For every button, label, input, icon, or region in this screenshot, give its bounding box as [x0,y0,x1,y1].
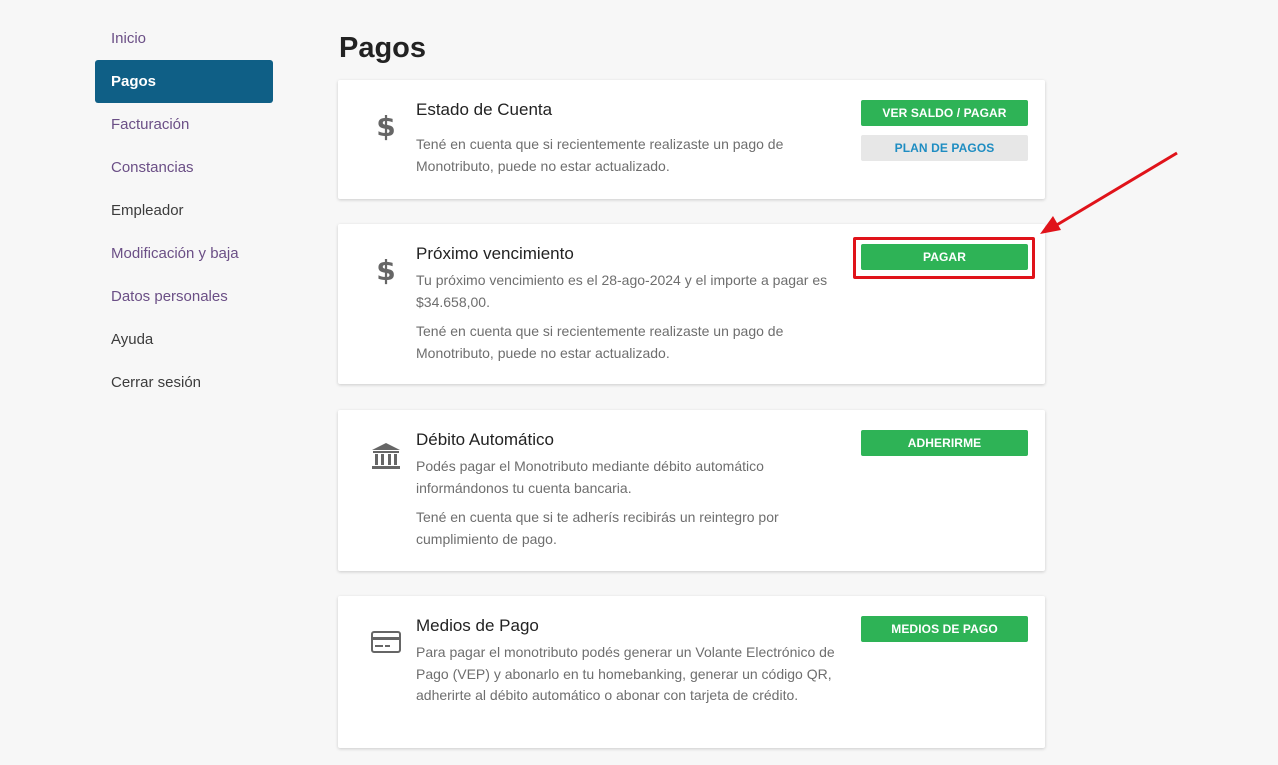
ver-saldo-pagar-button[interactable]: VER SALDO / PAGAR [861,100,1028,126]
dollar-icon: $ [368,108,404,144]
pagar-button[interactable]: PAGAR [861,244,1028,270]
sidebar-item-ayuda[interactable]: Ayuda [95,318,273,361]
svg-text:$: $ [376,110,395,142]
sidebar-item-inicio[interactable]: Inicio [95,17,273,60]
card-text: Tené en cuenta que si recientemente real… [416,323,784,361]
card-text: Podés pagar el Monotributo mediante débi… [416,458,764,496]
estado-de-cuenta-card: $ Estado de Cuenta Tené en cuenta que si… [338,80,1045,199]
sidebar-item-cerrar-sesion[interactable]: Cerrar sesión [95,361,273,404]
debito-automatico-card: Débito Automático Podés pagar el Monotri… [338,410,1045,571]
card-text: Para pagar el monotributo podés generar … [416,644,835,703]
proximo-vencimiento-card: $ Próximo vencimiento Tu próximo vencimi… [338,224,1045,384]
proximo-vencimiento-body: Próximo vencimiento Tu próximo vencimien… [416,244,856,364]
medios-de-pago-button[interactable]: MEDIOS DE PAGO [861,616,1028,642]
page-title: Pagos [339,32,427,64]
sidebar-item-pagos[interactable]: Pagos [95,60,273,103]
medios-de-pago-body: Medios de Pago Para pagar el monotributo… [416,616,856,707]
adherirme-button[interactable]: ADHERIRME [861,430,1028,456]
estado-de-cuenta-body: Estado de Cuenta Tené en cuenta que si r… [416,100,856,177]
sidebar-item-datos-personales[interactable]: Datos personales [95,275,273,318]
card-title: Débito Automático [416,430,554,449]
dollar-icon: $ [368,252,404,288]
vencimiento-text: Tu próximo vencimiento es el 28-ago-2024… [416,272,828,310]
sidebar-item-constancias[interactable]: Constancias [95,146,273,189]
plan-de-pagos-button[interactable]: PLAN DE PAGOS [861,135,1028,161]
card-title: Próximo vencimiento [416,244,574,263]
sidebar-item-modificacion-baja[interactable]: Modificación y baja [95,232,273,275]
debito-automatico-body: Débito Automático Podés pagar el Monotri… [416,430,856,550]
medios-de-pago-card: Medios de Pago Para pagar el monotributo… [338,596,1045,748]
credit-card-icon [368,624,404,660]
sidebar-item-empleador[interactable]: Empleador [95,189,273,232]
card-text: Tené en cuenta que si recientemente real… [416,136,784,174]
bank-icon [368,438,404,474]
sidebar-item-facturacion[interactable]: Facturación [95,103,273,146]
svg-text:$: $ [376,254,395,286]
card-title: Estado de Cuenta [416,100,553,119]
sidebar-nav: Inicio Pagos Facturación Constancias Emp… [95,17,273,404]
card-title: Medios de Pago [416,616,539,635]
card-text: Tené en cuenta que si te adherís recibir… [416,509,779,547]
